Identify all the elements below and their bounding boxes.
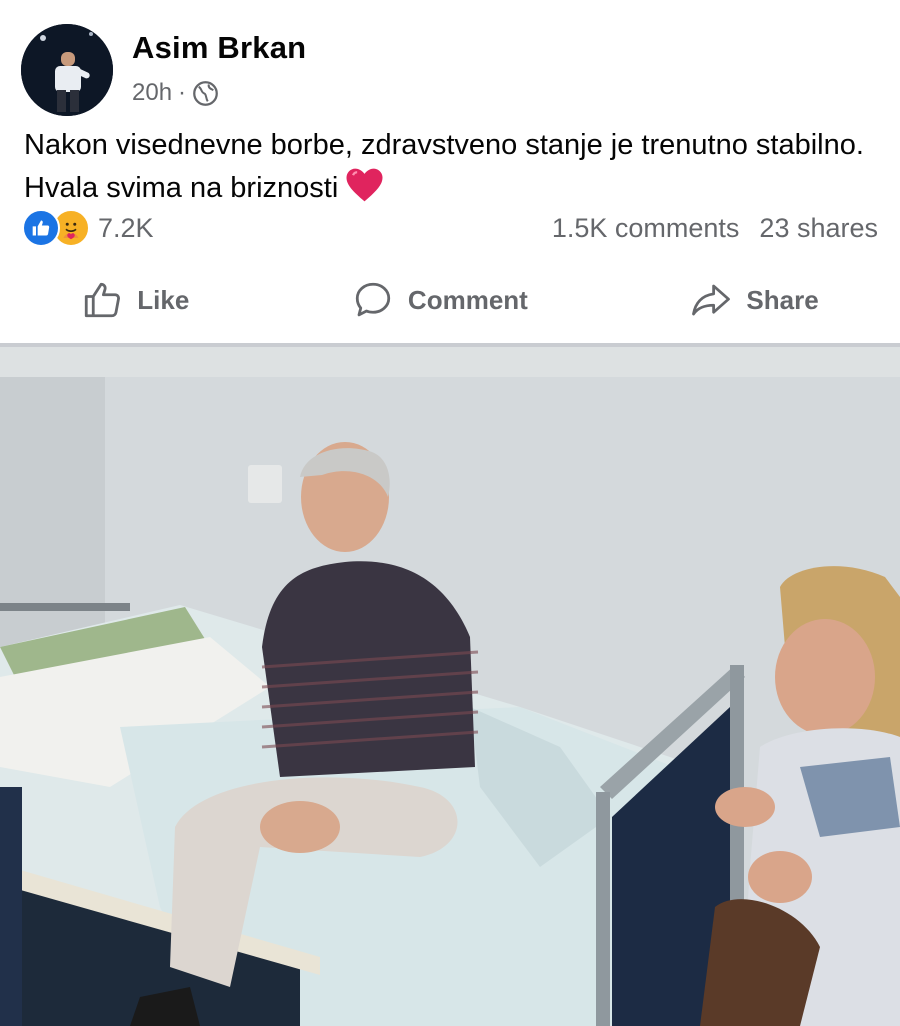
- like-label: Like: [137, 284, 190, 315]
- globe-icon[interactable]: [192, 80, 219, 107]
- shares-count[interactable]: 23 shares: [759, 213, 878, 244]
- engagement-counts: 1.5K comments 23 shares: [552, 208, 878, 248]
- reactions-summary[interactable]: 7.2K: [22, 208, 154, 248]
- post-time[interactable]: 20h: [132, 79, 172, 107]
- facebook-post: Asim Brkan 20h · Nakon visednevne borbe,…: [0, 0, 900, 1026]
- like-reaction-icon: [22, 209, 60, 247]
- comment-bubble-icon: [355, 282, 391, 317]
- action-bar: Like Comment Share: [0, 272, 900, 328]
- comments-count[interactable]: 1.5K comments: [552, 213, 740, 244]
- post-meta: 20h ·: [132, 77, 219, 109]
- red-heart-icon: [344, 167, 385, 203]
- comment-button[interactable]: Comment: [352, 279, 528, 321]
- share-arrow-icon: [692, 284, 731, 316]
- post-photo[interactable]: [0, 347, 900, 1026]
- like-button[interactable]: Like: [81, 279, 189, 321]
- meta-separator: ·: [178, 79, 187, 106]
- comment-label: Comment: [407, 284, 528, 315]
- post-text: Nakon visednevne borbe, zdravstveno stan…: [24, 124, 884, 210]
- post-text-content: Nakon visednevne borbe, zdravstveno stan…: [24, 129, 864, 204]
- thumbs-up-icon: [85, 282, 121, 318]
- author-avatar[interactable]: [21, 24, 113, 116]
- share-button[interactable]: Share: [690, 279, 819, 321]
- reaction-count: 7.2K: [98, 212, 154, 243]
- share-label: Share: [746, 284, 819, 315]
- author-name[interactable]: Asim Brkan: [132, 30, 306, 66]
